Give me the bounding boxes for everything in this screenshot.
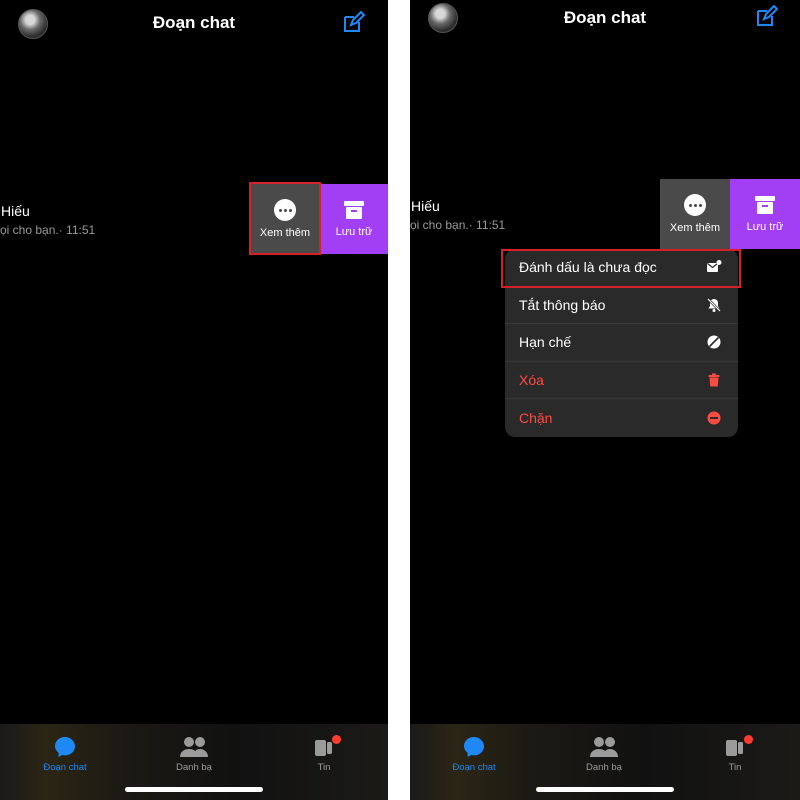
home-indicator <box>536 787 674 792</box>
notification-badge <box>332 735 341 744</box>
home-indicator <box>125 787 263 792</box>
contact-name[interactable]: Hiếu <box>411 198 440 214</box>
more-label: Xem thêm <box>669 222 721 234</box>
menu-item-label: Đánh dấu là chưa đọc <box>519 259 657 276</box>
chat-bubble-icon <box>464 737 484 757</box>
archive-button[interactable]: Lưu trữ <box>730 179 800 249</box>
tab-stories[interactable]: Tin <box>279 736 369 773</box>
archive-icon <box>344 201 364 219</box>
phone-screen-left: Đoạn chat Hiếu ọi cho bạn.· 11:51 Xem th… <box>0 0 388 800</box>
compose-icon[interactable] <box>341 11 365 35</box>
menu-item-delete[interactable]: Xóa <box>505 362 738 400</box>
chat-bubble-icon <box>55 737 75 757</box>
mark-unread-icon <box>707 260 722 273</box>
tab-chats-label: Đoạn chat <box>43 762 87 773</box>
context-menu: Đánh dấu là chưa đọc Tắt thông báo Hạn c… <box>505 249 738 437</box>
menu-item-label: Tắt thông báo <box>519 296 606 313</box>
tab-chats-label: Đoạn chat <box>452 762 496 773</box>
people-icon <box>590 737 618 757</box>
restrict-icon <box>707 335 721 349</box>
menu-item-mark-unread[interactable]: Đánh dấu là chưa đọc <box>505 249 738 287</box>
tab-stories[interactable]: Tin <box>690 736 780 773</box>
menu-item-label: Hạn chế <box>519 334 572 351</box>
tab-contacts-label: Danh bạ <box>586 762 622 773</box>
compose-icon[interactable] <box>754 5 778 29</box>
tab-stories-label: Tin <box>317 762 331 773</box>
tab-chats[interactable]: Đoạn chat <box>429 736 519 773</box>
archive-label: Lưu trữ <box>335 226 373 238</box>
menu-item-mute[interactable]: Tắt thông báo <box>505 287 738 325</box>
contact-preview: ọi cho bạn.· 11:51 <box>0 223 96 237</box>
more-button[interactable]: Xem thêm <box>660 179 730 249</box>
archive-label: Lưu trữ <box>746 221 784 233</box>
more-button[interactable]: Xem thêm <box>250 184 320 254</box>
tab-contacts[interactable]: Danh bạ <box>559 736 649 773</box>
phone-screen-right: Đoạn chat Hiếu ọi cho bạn.· 11:51 Xem th… <box>410 0 800 800</box>
bell-off-icon <box>707 298 721 312</box>
menu-item-restrict[interactable]: Hạn chế <box>505 324 738 362</box>
tab-bar: Đoạn chat Danh bạ Tin <box>410 724 800 800</box>
tab-chats[interactable]: Đoạn chat <box>20 736 110 773</box>
contact-name[interactable]: Hiếu <box>1 203 30 219</box>
page-title: Đoạn chat <box>563 8 647 27</box>
archive-icon <box>755 196 775 214</box>
archive-button[interactable]: Lưu trữ <box>320 184 388 254</box>
menu-item-block[interactable]: Chặn <box>505 399 738 437</box>
more-label: Xem thêm <box>259 227 311 239</box>
contact-preview: ọi cho bạn.· 11:51 <box>410 218 506 232</box>
tab-contacts[interactable]: Danh bạ <box>149 736 239 773</box>
menu-item-label: Xóa <box>519 372 544 389</box>
tab-contacts-label: Danh bạ <box>176 762 212 773</box>
more-dots-icon <box>274 199 296 221</box>
trash-icon <box>708 373 720 387</box>
tab-stories-label: Tin <box>728 762 742 773</box>
tab-bar: Đoạn chat Danh bạ Tin <box>0 724 388 800</box>
more-dots-icon <box>684 194 706 216</box>
block-icon <box>707 411 721 425</box>
page-title: Đoạn chat <box>152 13 236 32</box>
notification-badge <box>744 735 753 744</box>
menu-item-label: Chặn <box>519 410 553 427</box>
stories-icon <box>726 740 743 756</box>
people-icon <box>180 737 208 757</box>
